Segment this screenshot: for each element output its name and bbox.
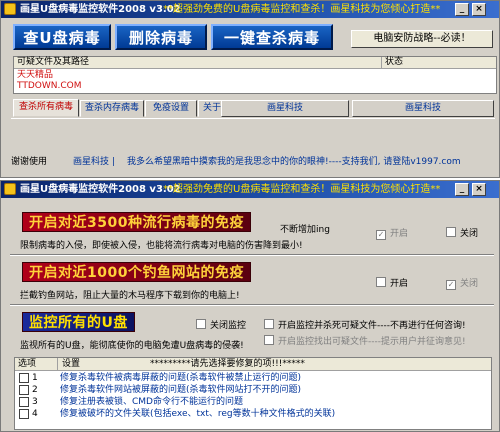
column-path[interactable]: 可疑文件及其路径	[17, 57, 89, 68]
status-thanks: 谢谢使用	[11, 157, 48, 167]
monitor-kill-checkbox[interactable]: 开启监控并杀死可疑文件----不再进行任何咨询!	[264, 318, 466, 331]
title-slogan: **超强劲免费的U盘病毒监控和查杀！画星科技为您倾心打造**	[163, 4, 441, 15]
studio-link-button[interactable]: 画星科技	[352, 100, 494, 117]
scan-usb-button[interactable]: 查U盘病毒	[13, 24, 111, 50]
repair-options-grid[interactable]: 选项 设置 *********请先选择要修复的项!!!***** 1 修复杀毒软…	[14, 357, 492, 430]
status-message[interactable]: 我多么希望黑暗中摸索我的是我思念中的你的眼神!----支持我们, 请登陆v199…	[127, 154, 461, 171]
virus-immune-off-checkbox[interactable]: 关闭	[446, 226, 478, 239]
title-bar[interactable]: 画星U盘病毒监控软件2008 v3.02 **超强劲免费的U盘病毒监控和查杀！画…	[1, 1, 499, 18]
close-icon[interactable]: ×	[472, 183, 486, 196]
column-option[interactable]: 选项	[18, 358, 36, 370]
table-row[interactable]: 3 修复注册表被锁、CMD命令行不能运行的问题	[15, 396, 491, 408]
status-bar: 谢谢使用 画星科技 | 我多么希望黑暗中摸索我的是我思念中的你的眼神!----支…	[5, 154, 495, 171]
suspicious-file-list[interactable]: 可疑文件及其路径 状态 天天精品 TTDOWN.COM	[13, 56, 497, 94]
title-slogan: **超强劲免费的U盘病毒监控和查杀！画星科技为您倾心打造**	[163, 184, 441, 195]
tab-immune-settings[interactable]: 免疫设置	[145, 100, 197, 117]
table-row[interactable]: 4 修复被破坏的文件关联(包括exe、txt、reg等数十种文件格式的关联)	[15, 408, 491, 420]
virus-immune-banner: 开启对近3500种流行病毒的免疫	[22, 212, 251, 232]
usb-monitor-banner: 监控所有的U盘	[22, 312, 135, 332]
one-key-scan-button[interactable]: 一键查杀病毒	[211, 24, 333, 50]
divider	[10, 254, 494, 256]
delete-virus-button[interactable]: 删除病毒	[115, 24, 207, 50]
title-bar[interactable]: 画星U盘病毒监控软件2008 v3.02 **超强劲免费的U盘病毒监控和查杀！画…	[1, 181, 499, 198]
monitor-off-checkbox[interactable]: 关闭监控	[196, 318, 246, 331]
usb-monitor-desc: 监视所有的U盘，能彻底使你的电脑免遭U盘病毒的侵袭!	[20, 341, 244, 351]
minimize-icon[interactable]: _	[455, 3, 469, 16]
list-item[interactable]: 天天精品	[17, 70, 53, 81]
window-title: 画星U盘病毒监控软件2008 v3.02	[20, 4, 181, 15]
list-item[interactable]: TTDOWN.COM	[17, 81, 81, 92]
phishing-immune-banner: 开启对近1000个钓鱼网站的免疫	[22, 262, 251, 282]
tab-panel	[11, 118, 495, 149]
tab-scan-all[interactable]: 查杀所有病毒	[13, 99, 79, 117]
list-header: 可疑文件及其路径 状态	[14, 57, 496, 69]
table-row[interactable]: 2 修复杀毒软件网站被屏蔽的问题(杀毒软件网站打不开的问题)	[15, 384, 491, 396]
phishing-immune-on-checkbox[interactable]: 开启	[376, 276, 408, 289]
close-icon[interactable]: ×	[472, 3, 486, 16]
monitor-prompt-checkbox[interactable]: 开启监控找出可疑文件----提示用户并征询意见!	[264, 334, 466, 347]
row-checkbox[interactable]	[19, 397, 29, 407]
row-checkbox[interactable]	[19, 385, 29, 395]
virus-immune-desc: 限制病毒的入侵，即使被入侵，也能将流行病毒对电脑的伤害降到最小!	[20, 241, 303, 251]
minimize-icon[interactable]: _	[455, 183, 469, 196]
divider	[10, 304, 494, 306]
window-title: 画星U盘病毒监控软件2008 v3.02	[20, 184, 181, 195]
studio-link-button[interactable]: 画星科技	[221, 100, 349, 117]
security-strategy-button[interactable]: 电脑安防战略--必读！	[351, 30, 493, 48]
status-brand-link[interactable]: 画星科技 |	[73, 154, 115, 171]
column-setting[interactable]: 设置	[57, 358, 80, 370]
row-checkbox[interactable]	[19, 373, 29, 383]
column-status[interactable]: 状态	[381, 57, 403, 69]
tab-scan-memory[interactable]: 查杀内存病毒	[80, 100, 144, 117]
phishing-immune-desc: 拦截钓鱼网站，阻止大量的木马程序下载到你的电脑上!	[20, 291, 240, 301]
row-checkbox[interactable]	[19, 409, 29, 419]
grid-header: 选项 设置 *********请先选择要修复的项!!!*****	[15, 358, 491, 371]
table-row[interactable]: 1 修复杀毒软件被病毒屏蔽的问题(杀毒软件被禁止运行的问题)	[15, 372, 491, 384]
immune-tag: 不断增加ing	[280, 225, 330, 235]
grid-hint: *********请先选择要修复的项!!!*****	[150, 359, 305, 369]
app-icon	[4, 183, 16, 195]
virus-immune-on-checkbox[interactable]: ✓ 开启	[376, 226, 408, 240]
main-window: 画星U盘病毒监控软件2008 v3.02 **超强劲免费的U盘病毒监控和查杀！画…	[0, 0, 500, 178]
phishing-immune-off-checkbox[interactable]: ✓ 关闭	[446, 276, 478, 290]
app-icon	[4, 3, 16, 15]
